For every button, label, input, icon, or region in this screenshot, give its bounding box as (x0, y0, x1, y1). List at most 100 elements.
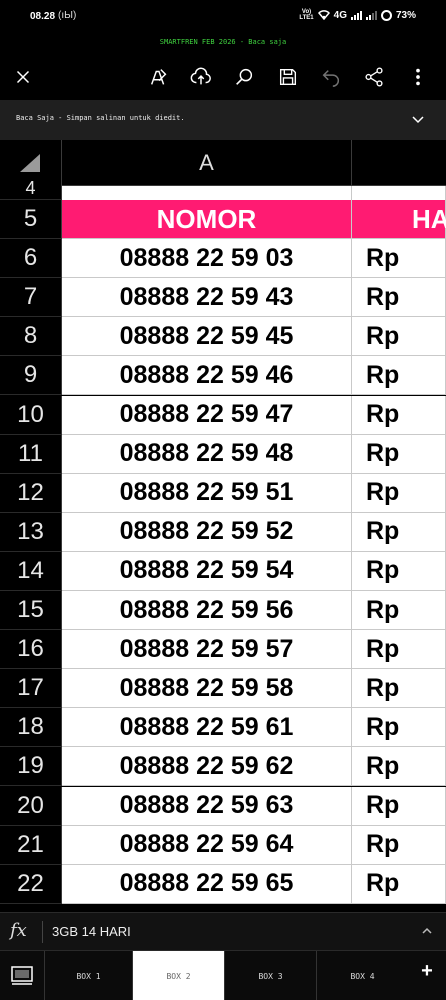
phone-number-cell[interactable]: 08888 22 59 47 (62, 395, 352, 435)
price-cell[interactable]: Rp (352, 747, 446, 787)
column-header-a[interactable]: A (62, 140, 352, 186)
price-cell[interactable]: Rp (352, 356, 446, 396)
header-cell-nomor[interactable]: NOMOR (62, 200, 352, 240)
phone-number-cell[interactable]: 08888 22 59 03 (62, 239, 352, 279)
column-header-b[interactable] (352, 140, 446, 186)
row-number[interactable]: 7 (0, 278, 62, 318)
phone-number-cell[interactable]: 08888 22 59 45 (62, 317, 352, 357)
phone-number-cell[interactable]: 08888 22 59 58 (62, 669, 352, 709)
upload-button[interactable] (184, 60, 218, 94)
price-cell[interactable]: Rp (352, 317, 446, 357)
row-number[interactable]: 8 (0, 317, 62, 357)
price-cell[interactable]: Rp (352, 864, 446, 904)
header-cell-harga[interactable]: HA (352, 200, 446, 240)
row-number-5[interactable]: 5 (0, 200, 62, 240)
wifi-icon (317, 10, 330, 20)
row-number[interactable]: 18 (0, 708, 62, 748)
sheet-tab-3[interactable]: BOX 3 (224, 951, 316, 1000)
sheet-list-icon (11, 966, 33, 985)
search-button[interactable] (227, 60, 261, 94)
undo-icon (322, 70, 339, 87)
phone-number-cell[interactable]: 08888 22 59 54 (62, 551, 352, 591)
network-type: 4G (333, 9, 347, 21)
row-number[interactable]: 22 (0, 864, 62, 904)
pen-edit-icon (150, 69, 167, 85)
volte-badge: Vo) LTE1 (299, 9, 314, 21)
undo-button[interactable] (314, 60, 348, 94)
price-cell[interactable]: Rp (352, 278, 446, 318)
row-number[interactable]: 15 (0, 591, 62, 631)
chevron-up-icon[interactable] (420, 924, 434, 938)
price-cell[interactable]: Rp (352, 473, 446, 513)
row-number[interactable]: 20 (0, 786, 62, 826)
price-cell[interactable]: Rp (352, 825, 446, 865)
row-number[interactable]: 6 (0, 239, 62, 279)
phone-number-cell[interactable]: 08888 22 59 65 (62, 864, 352, 904)
phone-number-cell[interactable]: 08888 22 59 61 (62, 708, 352, 748)
phone-number-cell[interactable]: 08888 22 59 57 (62, 630, 352, 670)
row-number[interactable]: 14 (0, 551, 62, 591)
edit-button[interactable] (142, 60, 176, 94)
price-cell[interactable]: Rp (352, 395, 446, 435)
save-button[interactable] (271, 60, 305, 94)
formula-bar[interactable]: fx 3GB 14 HARI (0, 912, 446, 950)
formula-value[interactable]: 3GB 14 HARI (52, 924, 131, 939)
phone-number-cell[interactable]: 08888 22 59 56 (62, 591, 352, 631)
read-only-message: Baca Saja - Simpan salinan untuk diedit. (16, 114, 185, 122)
fx-icon: fx (10, 920, 27, 941)
save-icon (279, 68, 297, 86)
price-cell[interactable]: Rp (352, 591, 446, 631)
row-number[interactable]: 11 (0, 434, 62, 474)
share-button[interactable] (357, 60, 391, 94)
price-cell[interactable]: Rp (352, 239, 446, 279)
sheet-list-button[interactable] (0, 951, 44, 1000)
row-number[interactable]: 12 (0, 473, 62, 513)
add-sheet-button[interactable]: + (416, 960, 438, 982)
spreadsheet-grid[interactable]: A 4 5 NOMOR HA 6 08888 22 59 03 Rp 7 08888 22 5… (0, 140, 446, 912)
sheet-tab-1[interactable]: BOX 1 (44, 951, 132, 1000)
phone-number-cell[interactable]: 08888 22 59 43 (62, 278, 352, 318)
sheet-tab-4[interactable]: BOX 4 (316, 951, 408, 1000)
row-number[interactable]: 19 (0, 747, 62, 787)
status-time: 08.28 (30, 11, 56, 22)
phone-number-cell[interactable]: 08888 22 59 51 (62, 473, 352, 513)
search-icon (236, 68, 253, 85)
phone-number-cell[interactable]: 08888 22 59 46 (62, 356, 352, 396)
row-number[interactable]: 17 (0, 669, 62, 709)
price-cell[interactable]: Rp (352, 434, 446, 474)
row-number[interactable]: 13 (0, 512, 62, 552)
phone-number-cell[interactable]: 08888 22 59 48 (62, 434, 352, 474)
chevron-down-icon[interactable] (410, 111, 426, 127)
document-title: SMARTFREN FEB 2026 - Baca saja (159, 38, 287, 46)
sheet-tab-2[interactable]: BOX 2 (132, 951, 224, 1000)
row-number[interactable]: 16 (0, 630, 62, 670)
toolbar (0, 56, 446, 96)
read-only-banner[interactable]: Baca Saja - Simpan salinan untuk diedit. (0, 100, 446, 140)
status-bar: 08.28 (ıЫ) Vo) LTE1 4G 73% (0, 0, 446, 34)
price-cell[interactable]: Rp (352, 708, 446, 748)
signal-2-icon (365, 10, 377, 20)
row-number-4[interactable]: 4 (0, 180, 62, 200)
row-number[interactable]: 9 (0, 356, 62, 396)
cell-b4[interactable] (352, 186, 446, 200)
phone-number-cell[interactable]: 08888 22 59 63 (62, 786, 352, 826)
price-cell[interactable]: Rp (352, 630, 446, 670)
cloud-upload-icon (190, 67, 211, 85)
cell-a4[interactable] (62, 186, 352, 200)
price-cell[interactable]: Rp (352, 669, 446, 709)
battery-ring-icon (380, 9, 392, 21)
price-cell[interactable]: Rp (352, 512, 446, 552)
close-button[interactable] (6, 60, 40, 94)
battery-percent: 73% (395, 9, 416, 21)
phone-number-cell[interactable]: 08888 22 59 62 (62, 747, 352, 787)
price-cell[interactable]: Rp (352, 551, 446, 591)
price-cell[interactable]: Rp (352, 786, 446, 826)
share-icon (365, 67, 383, 87)
phone-number-cell[interactable]: 08888 22 59 52 (62, 512, 352, 552)
signal-1-icon (350, 10, 362, 20)
status-icons: Vo) LTE1 4G 73% (299, 9, 416, 21)
more-options-button[interactable] (401, 60, 435, 94)
row-number[interactable]: 10 (0, 395, 62, 435)
row-number[interactable]: 21 (0, 825, 62, 865)
phone-number-cell[interactable]: 08888 22 59 64 (62, 825, 352, 865)
